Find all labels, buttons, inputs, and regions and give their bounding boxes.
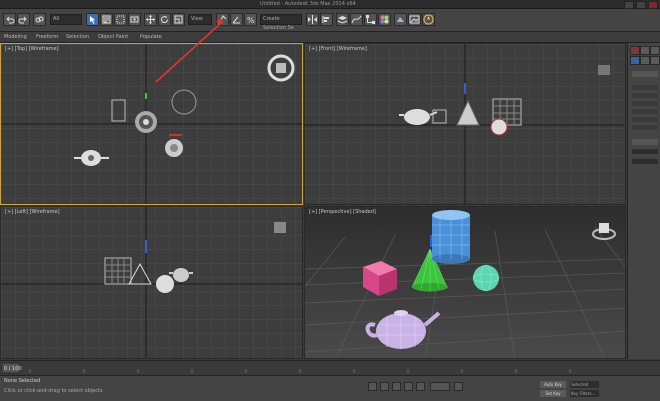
viewcube-persp[interactable] <box>592 223 616 240</box>
viewport-left[interactable]: [+] [Left] [Wireframe] <box>0 206 303 359</box>
time-config-icon[interactable] <box>454 382 463 391</box>
sphere-wire-left[interactable] <box>156 275 174 293</box>
curve-editor-icon[interactable] <box>350 13 363 26</box>
modify-icon[interactable] <box>640 46 650 55</box>
rotate-icon[interactable] <box>158 13 171 26</box>
select-by-name-icon[interactable] <box>100 13 113 26</box>
sphere-wire-front[interactable] <box>490 118 508 136</box>
set-key-button[interactable]: Set Key <box>540 390 566 397</box>
move-icon[interactable] <box>144 13 157 26</box>
window-crossing-icon[interactable] <box>128 13 141 26</box>
ribbon-tab-freeform[interactable]: Freeform <box>36 32 58 42</box>
top-scene <box>1 44 302 204</box>
scale-icon[interactable] <box>172 13 185 26</box>
viewport-perspective[interactable]: [+] [Perspective] [Shaded] <box>304 206 626 359</box>
cone-wire-top[interactable] <box>135 111 157 133</box>
front-scene <box>305 44 625 204</box>
timeline-ruler: 0 / 100 <box>1 362 571 374</box>
snaps-icon[interactable]: 3 <box>216 13 229 26</box>
schematic-icon[interactable] <box>364 13 377 26</box>
status-bar: None Selected Click or click-and-drag to… <box>0 375 660 401</box>
goto-end-icon[interactable] <box>416 382 425 391</box>
percent-snap-icon[interactable]: % <box>244 13 257 26</box>
layer-icon[interactable] <box>336 13 349 26</box>
viewport-top[interactable]: [+] [Top] [Wireframe] <box>0 43 303 205</box>
align-icon[interactable] <box>320 13 333 26</box>
render-setup-icon[interactable] <box>394 13 407 26</box>
box-wire[interactable] <box>111 99 126 122</box>
display-icon[interactable] <box>640 56 650 65</box>
named-selection-set-field[interactable]: Create Selection Se <box>260 14 302 31</box>
cylinder-object[interactable] <box>432 210 470 264</box>
sphere-wire-top[interactable] <box>165 139 183 157</box>
select-icon[interactable] <box>86 13 99 26</box>
panel-button[interactable] <box>632 101 658 106</box>
rollout-name-color[interactable] <box>632 139 658 145</box>
torus-wire-top[interactable] <box>267 54 295 82</box>
panel-button[interactable] <box>632 109 658 114</box>
window-title: Untitled - Autodesk 3ds Max 2014 x64 <box>260 1 356 7</box>
angle-snap-icon[interactable] <box>230 13 243 26</box>
rollout-object-type[interactable] <box>632 71 658 77</box>
link-icon[interactable] <box>33 13 46 26</box>
cylinder-wire[interactable] <box>171 89 197 115</box>
selection-status: None Selected <box>4 378 41 384</box>
next-frame-icon[interactable] <box>404 382 413 391</box>
panel-button[interactable] <box>632 117 658 122</box>
left-scene <box>1 207 302 358</box>
undo-icon[interactable] <box>3 13 16 26</box>
main-toolbar: All View 3 % Create Selection Se <box>0 9 660 32</box>
material-editor-icon[interactable] <box>378 13 391 26</box>
hierarchy-icon[interactable] <box>650 46 660 55</box>
command-panel <box>627 43 660 359</box>
cylinder-wire-left[interactable] <box>104 257 132 285</box>
frame-counter: 0 / 100 <box>4 366 22 372</box>
prompt-line: Click or click-and-drag to select object… <box>4 388 103 394</box>
title-bar: Untitled - Autodesk 3ds Max 2014 x64 <box>0 0 660 9</box>
current-frame-field[interactable] <box>430 382 450 391</box>
cone-wire-front[interactable] <box>456 99 480 126</box>
ribbon-tab-selection[interactable]: Selection <box>66 32 89 42</box>
auto-key-button[interactable]: Auto Key <box>540 381 566 388</box>
render-icon[interactable] <box>422 13 435 26</box>
play-icon[interactable] <box>392 382 401 391</box>
viewcube-left[interactable] <box>274 222 286 233</box>
teapot-wire-front[interactable] <box>399 109 438 125</box>
cone-wire-left[interactable] <box>128 262 152 285</box>
render-frame-icon[interactable] <box>408 13 421 26</box>
ribbon-tab-modeling[interactable]: Modeling <box>4 32 27 42</box>
sphere-object[interactable] <box>472 264 500 292</box>
selected-dropdown[interactable]: Selected <box>570 381 599 388</box>
svg-text:3: 3 <box>218 20 221 25</box>
viewport-front[interactable]: [+] [Front] [Wireframe] <box>304 43 626 205</box>
redo-icon[interactable] <box>17 13 30 26</box>
ribbon-tab-object-paint[interactable]: Object Paint <box>98 32 128 42</box>
goto-start-icon[interactable] <box>368 382 377 391</box>
panel-field[interactable] <box>632 159 658 164</box>
perspective-scene <box>305 210 625 358</box>
mirror-icon[interactable] <box>306 13 319 26</box>
close-button[interactable] <box>648 1 658 9</box>
maximize-button[interactable] <box>636 1 646 9</box>
panel-button[interactable] <box>632 93 658 98</box>
minimize-button[interactable] <box>624 1 634 9</box>
reference-coord-dropdown[interactable]: View <box>188 14 212 25</box>
name-field[interactable] <box>632 149 658 154</box>
svg-text:%: % <box>247 16 255 25</box>
track-bar[interactable]: 0 / 100 <box>0 360 660 375</box>
viewcube-front[interactable] <box>598 65 610 75</box>
ribbon-tab-populate[interactable]: Populate <box>140 32 162 42</box>
rect-region-icon[interactable] <box>114 13 127 26</box>
teapot-object[interactable] <box>365 310 441 349</box>
create-icon[interactable] <box>630 46 640 55</box>
prev-frame-icon[interactable] <box>380 382 389 391</box>
utilities-icon[interactable] <box>650 56 660 65</box>
ribbon-tabs: Modeling Freeform Selection Object Paint… <box>0 32 660 43</box>
selection-filter-dropdown[interactable]: All <box>50 14 82 25</box>
motion-icon[interactable] <box>630 56 640 65</box>
key-filters-button[interactable]: Key Filters... <box>570 390 599 397</box>
panel-button[interactable] <box>632 85 658 90</box>
panel-button[interactable] <box>632 125 658 130</box>
teapot-wire-top[interactable] <box>74 150 109 166</box>
